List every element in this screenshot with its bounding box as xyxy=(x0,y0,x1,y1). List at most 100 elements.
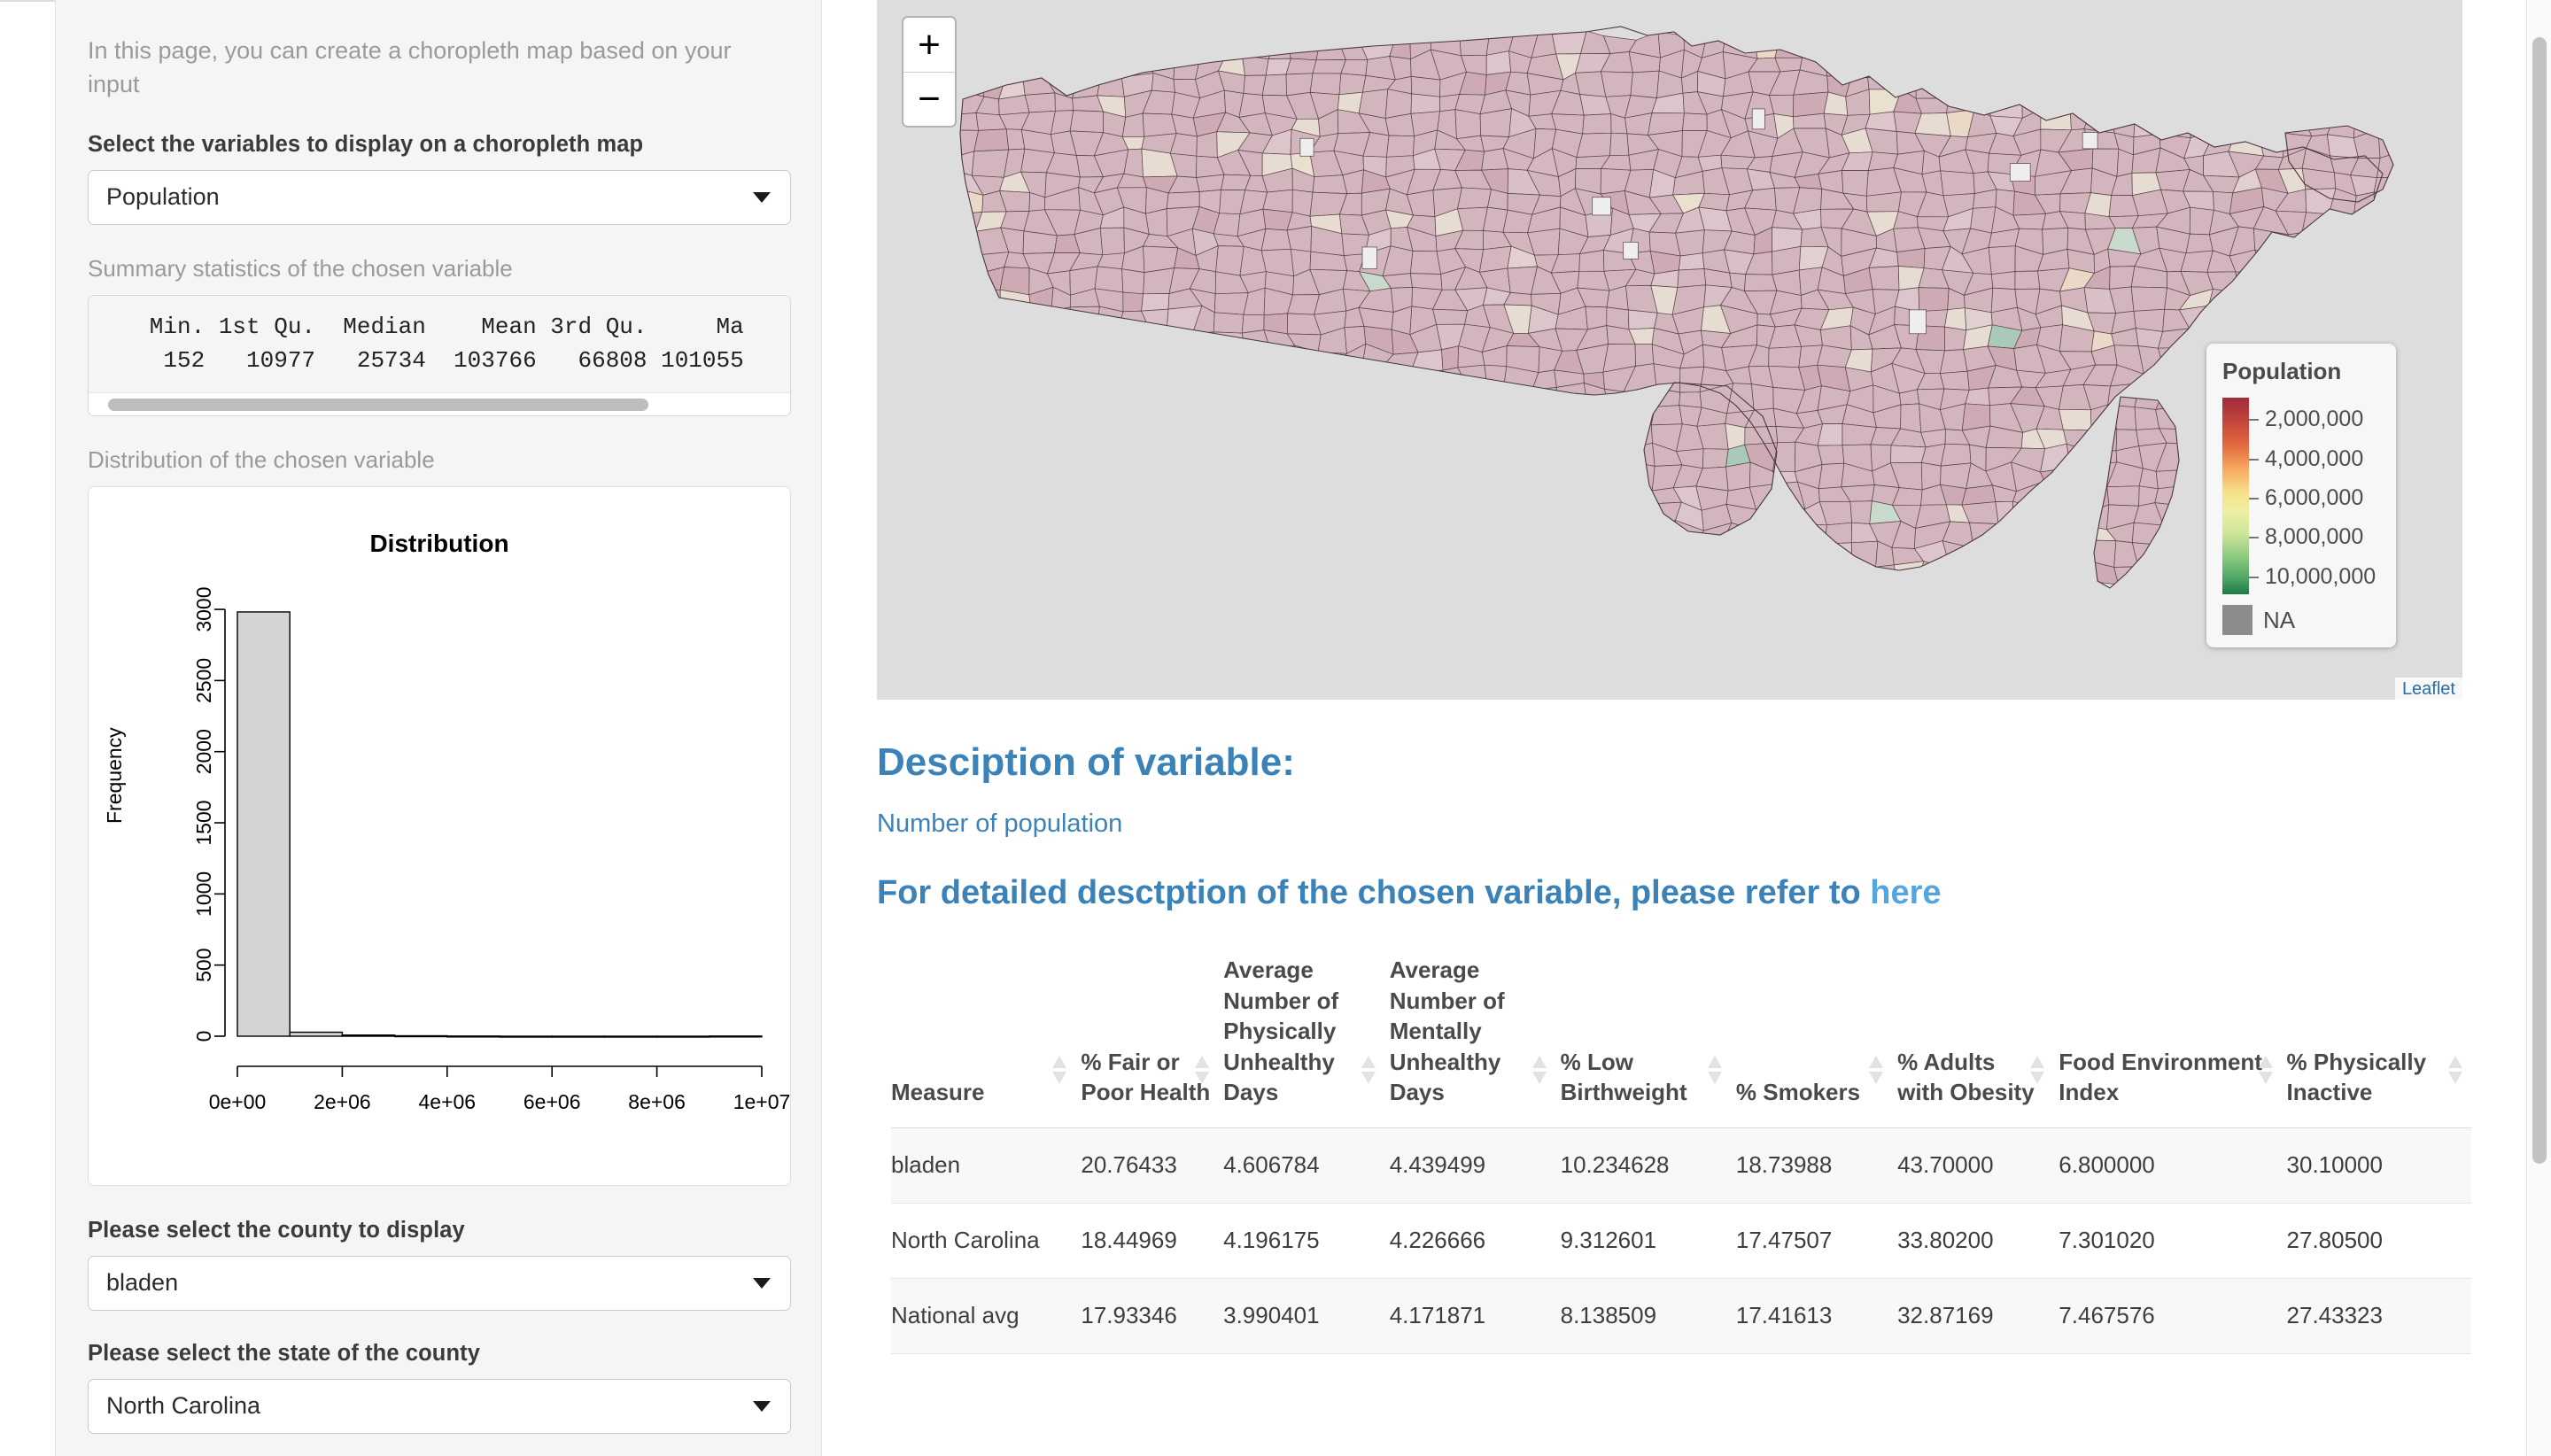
county-polygon[interactable] xyxy=(2138,468,2159,490)
page-scrollbar-thumb[interactable] xyxy=(2532,37,2547,1164)
county-polygon[interactable] xyxy=(1744,274,1778,291)
county-polygon[interactable] xyxy=(2185,233,2214,254)
county-polygon[interactable] xyxy=(1818,462,1845,490)
county-polygon[interactable] xyxy=(1338,73,1367,96)
county-polygon[interactable] xyxy=(1578,250,1605,272)
county-polygon-na[interactable] xyxy=(2009,163,2031,182)
county-polygon[interactable] xyxy=(1386,135,1415,158)
sort-toggle-icon[interactable] xyxy=(2258,1056,2273,1086)
county-polygon[interactable] xyxy=(1900,403,1922,433)
county-polygon[interactable] xyxy=(1243,74,1267,96)
county-polygon[interactable] xyxy=(1793,91,1829,118)
county-polygon[interactable] xyxy=(2135,328,2164,349)
county-polygon[interactable] xyxy=(1940,462,1972,489)
county-polygon[interactable] xyxy=(1094,266,1124,293)
county-select[interactable]: bladen xyxy=(88,1255,791,1311)
county-polygon[interactable] xyxy=(1768,345,1802,368)
county-polygon[interactable] xyxy=(1099,227,1125,256)
county-polygon[interactable] xyxy=(1121,268,1145,295)
sort-toggle-icon[interactable] xyxy=(1869,1056,1884,1086)
county-polygon[interactable] xyxy=(1677,268,1707,288)
county-polygon[interactable] xyxy=(1196,174,1225,192)
county-polygon[interactable] xyxy=(1940,170,1975,197)
county-polygon[interactable] xyxy=(1609,132,1630,157)
zoom-out-button[interactable]: − xyxy=(903,72,955,126)
county-polygon[interactable] xyxy=(1961,484,1997,506)
county-polygon[interactable] xyxy=(1582,113,1612,135)
table-header-cell[interactable]: % Adults with Obesity xyxy=(1897,942,2059,1128)
county-polygon[interactable] xyxy=(1682,112,1708,131)
county-polygon[interactable] xyxy=(1896,248,1926,269)
county-polygon-na[interactable] xyxy=(1592,197,1611,216)
county-polygon[interactable] xyxy=(1575,71,1607,97)
sort-toggle-icon[interactable] xyxy=(1707,1056,1722,1086)
county-polygon[interactable] xyxy=(1261,74,1287,97)
county-polygon[interactable] xyxy=(1576,132,1612,158)
here-link[interactable]: here xyxy=(1870,874,1941,911)
county-polygon[interactable] xyxy=(1122,291,1144,313)
county-polygon[interactable] xyxy=(1166,191,1200,209)
county-polygon[interactable] xyxy=(1634,343,1655,367)
county-polygon[interactable] xyxy=(1145,208,1168,237)
variable-select[interactable]: Population xyxy=(88,169,791,225)
county-polygon[interactable] xyxy=(1944,307,1967,331)
county-polygon[interactable] xyxy=(1627,309,1658,330)
table-row[interactable]: North Carolina 18.44969 4.196175 4.226666 9.… xyxy=(891,1203,2471,1279)
county-polygon[interactable] xyxy=(1260,228,1291,252)
sort-toggle-icon[interactable] xyxy=(2030,1056,2045,1086)
page-scrollbar[interactable] xyxy=(2526,0,2551,1456)
county-polygon[interactable] xyxy=(1630,70,1660,98)
county-polygon[interactable] xyxy=(2014,270,2041,290)
county-polygon[interactable] xyxy=(1196,131,1218,159)
sort-toggle-icon[interactable] xyxy=(1531,1056,1547,1086)
county-polygon[interactable] xyxy=(1939,370,1970,391)
county-polygon[interactable] xyxy=(1141,293,1170,312)
county-polygon[interactable] xyxy=(1287,294,1320,315)
county-polygon[interactable] xyxy=(1340,58,1369,76)
county-polygon[interactable] xyxy=(1842,170,1869,197)
county-polygon[interactable] xyxy=(1213,292,1249,315)
county-polygon[interactable] xyxy=(1024,92,1056,113)
county-polygon[interactable] xyxy=(2106,485,2140,507)
county-polygon[interactable] xyxy=(1312,174,1348,194)
county-polygon[interactable] xyxy=(1142,112,1177,137)
county-polygon[interactable] xyxy=(1725,461,1751,492)
state-select[interactable]: North Carolina xyxy=(88,1378,791,1434)
county-polygon[interactable] xyxy=(973,128,1010,152)
county-polygon[interactable] xyxy=(1890,445,1927,464)
sort-toggle-icon[interactable] xyxy=(1361,1056,1376,1086)
county-polygon[interactable] xyxy=(1291,189,1314,217)
county-polygon[interactable] xyxy=(1914,112,1951,136)
leaflet-attribution[interactable]: Leaflet xyxy=(2394,678,2462,700)
table-header-cell[interactable]: % Low Birthweight xyxy=(1560,942,1736,1128)
sort-toggle-icon[interactable] xyxy=(1195,1056,1210,1086)
county-polygon[interactable] xyxy=(1918,287,1950,313)
county-polygon[interactable] xyxy=(1069,110,1104,134)
table-row[interactable]: National avg 17.93346 3.990401 4.171871 8.13… xyxy=(891,1278,2471,1354)
county-polygon[interactable] xyxy=(1409,251,1442,275)
county-polygon[interactable] xyxy=(1485,50,1511,75)
county-polygon[interactable] xyxy=(1432,308,1469,325)
county-polygon[interactable] xyxy=(1309,73,1342,96)
county-polygon[interactable] xyxy=(1457,206,1488,231)
county-polygon[interactable] xyxy=(1702,448,1729,469)
county-polygon[interactable] xyxy=(1991,271,2016,290)
county-polygon[interactable] xyxy=(1679,391,1702,408)
map-zoom-controls[interactable]: + − xyxy=(902,16,957,128)
county-polygon[interactable] xyxy=(1944,326,1967,352)
county-polygon[interactable] xyxy=(1262,189,1293,213)
county-polygon[interactable] xyxy=(1410,93,1440,114)
county-polygon[interactable] xyxy=(2130,286,2167,312)
summary-horizontal-scrollbar[interactable] xyxy=(89,391,790,415)
zoom-in-button[interactable]: + xyxy=(903,18,955,72)
county-polygon[interactable] xyxy=(1751,383,1774,411)
county-polygon[interactable] xyxy=(1939,349,1968,375)
table-header-cell[interactable]: % Physically Inactive xyxy=(2286,942,2471,1128)
county-polygon[interactable] xyxy=(1384,89,1412,119)
county-polygon-na[interactable] xyxy=(1299,137,1314,157)
table-header-cell[interactable]: Food Environment Index xyxy=(2059,942,2287,1128)
table-header-cell[interactable]: Average Number of Mentally Unhealthy Day… xyxy=(1389,942,1561,1128)
county-polygon[interactable] xyxy=(1143,267,1175,295)
county-polygon[interactable] xyxy=(1286,226,1312,252)
sort-toggle-icon[interactable] xyxy=(2448,1056,2462,1086)
